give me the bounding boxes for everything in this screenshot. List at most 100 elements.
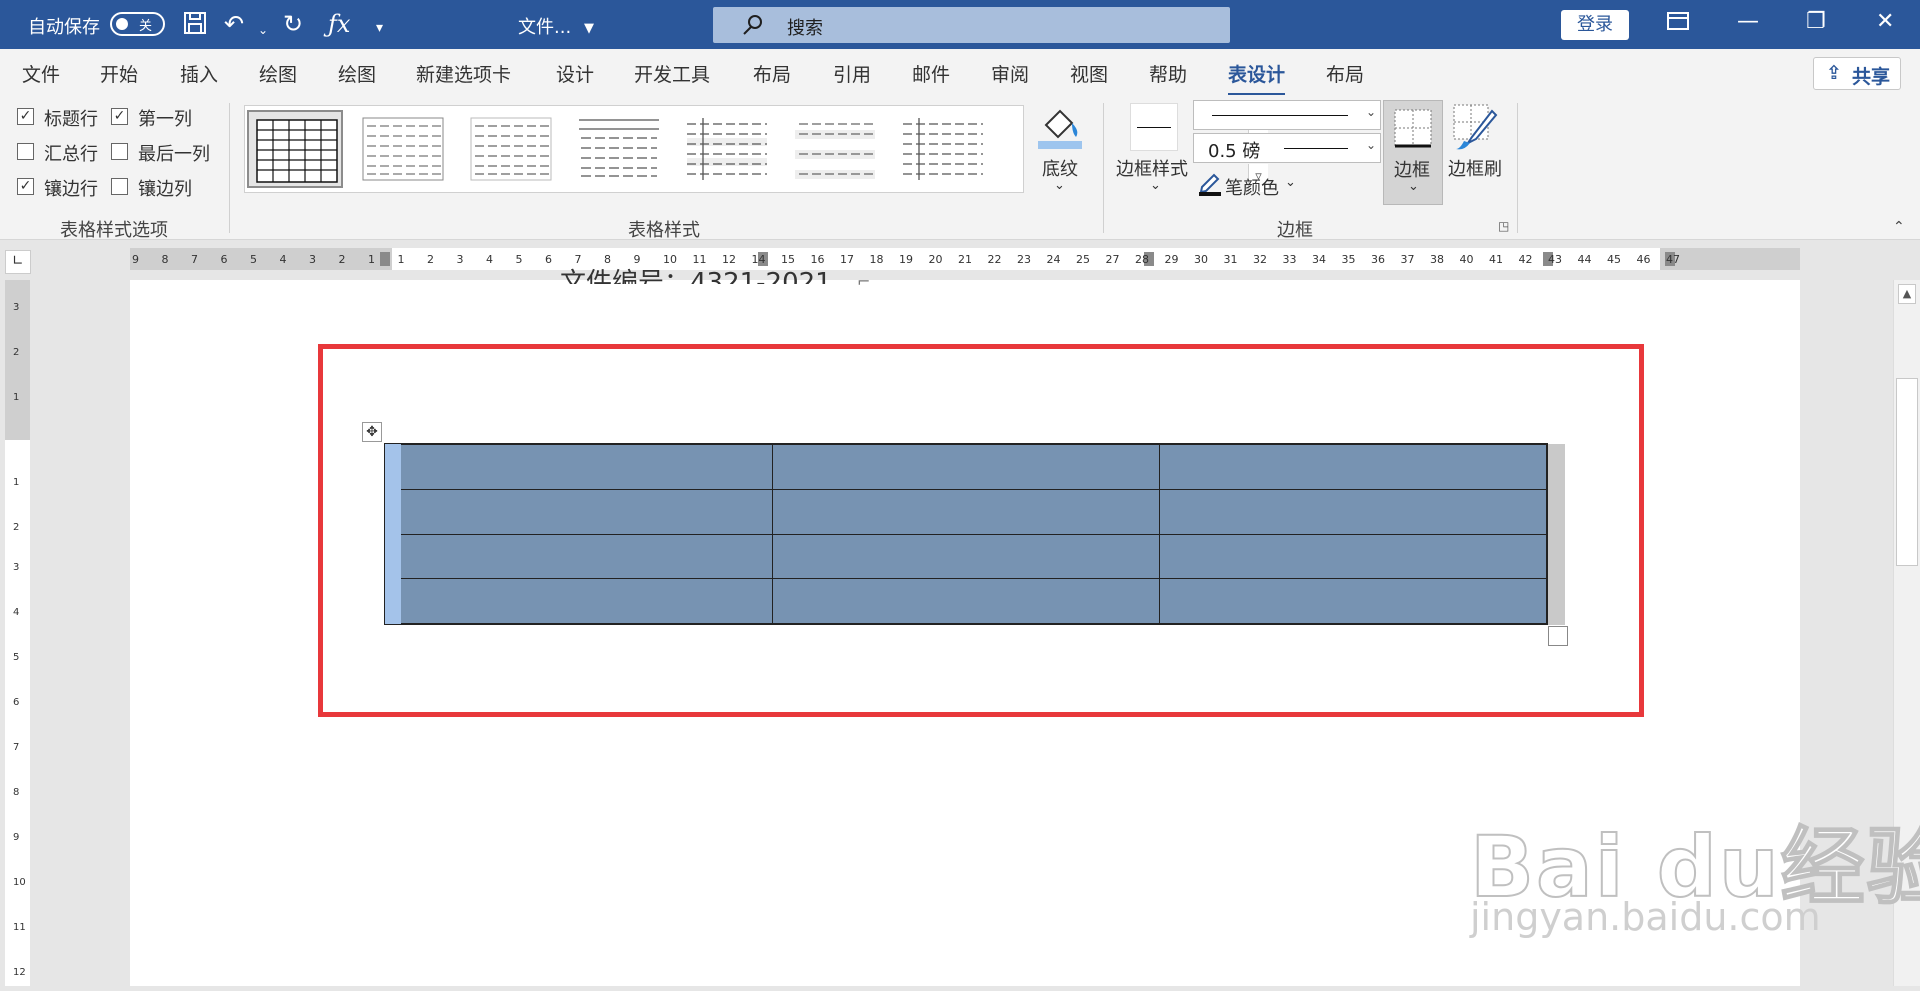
line-weight-sample [1284,148,1348,149]
pen-color-label[interactable]: 笔颜色 [1225,174,1279,200]
borders-button[interactable]: 边框 ⌄ [1383,100,1443,205]
table-cell[interactable] [385,444,773,490]
border-styles-preview[interactable] [1130,103,1178,151]
border-styles-dropdown-icon[interactable]: ⌄ [1150,178,1161,193]
selected-table[interactable] [384,443,1548,625]
table-style-plain-5[interactable] [787,110,883,188]
horizontal-ruler[interactable]: 9 8 7 6 5 4 3 2 1 1 2 3 4 5 6 7 8 9 10 11 12 14 15 16 17 18 19 20 21… [130,248,1800,270]
table-cell[interactable] [1159,488,1547,535]
ruler-label: 23 [1017,253,1031,266]
ruler-label: 42 [1519,253,1533,266]
first-column-checkbox[interactable]: ✓ [111,108,128,125]
header-row-checkbox[interactable]: ✓ [17,108,34,125]
pen-color-icon[interactable] [1197,170,1223,201]
table-cell[interactable] [772,444,1160,490]
table-cell[interactable] [385,578,773,624]
login-button[interactable]: 登录 [1561,10,1629,40]
tab-table-layout[interactable]: 布局 [1326,60,1364,87]
ruler-label: 6 [13,697,19,708]
ruler-label: 6 [221,253,228,266]
tab-developer[interactable]: 开发工具 [634,60,710,87]
shading-dropdown-icon[interactable]: ⌄ [1054,178,1065,193]
tab-layout[interactable]: 布局 [753,60,791,87]
pen-color-dropdown-icon[interactable]: ⌄ [1285,175,1296,190]
ruler-label: 4 [486,253,493,266]
header-row-label: 标题行 [44,109,98,130]
restore-icon[interactable]: ❐ [1806,9,1826,34]
total-row-checkbox[interactable] [17,143,34,160]
tab-mailings[interactable]: 邮件 [912,60,950,87]
ruler-scale: 9 8 7 6 5 4 3 2 1 1 2 3 4 5 6 7 8 9 10 11 12 14 15 16 17 18 19 20 21… [130,248,1800,270]
title-dropdown-icon[interactable]: ▼ [584,15,594,43]
banded-columns-checkbox[interactable] [111,178,128,195]
customize-toolbar-icon[interactable]: ▾ [376,14,383,42]
group-separator [1517,103,1518,233]
table-cell[interactable] [772,578,1160,624]
table-cell[interactable] [772,533,1160,580]
table-style-plain-6[interactable] [895,110,991,188]
tab-table-design[interactable]: 表设计 [1228,60,1286,96]
chevron-down-icon: ⌄ [1365,138,1376,152]
table-cell[interactable] [772,488,1160,535]
tab-draw-2[interactable]: 绘图 [338,60,376,87]
line-style-dropdown[interactable]: ⌄ [1193,100,1381,130]
tab-home[interactable]: 开始 [100,60,138,87]
line-weight-value: 0.5 磅 [1208,141,1261,162]
banded-rows-checkbox[interactable]: ✓ [17,178,34,195]
table-resize-handle[interactable] [1548,626,1568,646]
tab-draw[interactable]: 绘图 [259,60,297,87]
ruler-label: 10 [13,877,26,888]
ruler-label: 32 [1253,253,1267,266]
tab-selector[interactable]: ∟ [5,250,31,274]
autosave-toggle[interactable]: 关 [110,12,165,36]
ruler-label: 28 [1135,253,1149,266]
collapse-ribbon-icon[interactable]: ⌃ [1893,219,1905,235]
scroll-up-icon[interactable]: ▲ [1898,284,1916,304]
ruler-label: 1 [13,392,19,403]
tab-insert[interactable]: 插入 [180,60,218,87]
tab-help[interactable]: 帮助 [1149,60,1187,87]
search-box[interactable]: 搜索 [713,7,1230,43]
redo-icon[interactable]: ↻ [283,10,303,38]
minimize-icon[interactable]: — [1737,9,1759,34]
close-icon[interactable]: ✕ [1876,9,1894,34]
table-style-grid[interactable] [247,110,343,188]
ruler-margin [130,248,392,270]
tab-new[interactable]: 新建选项卡 [416,60,511,87]
ruler-label: 2 [13,347,19,358]
ruler-label: 2 [427,253,434,266]
table-cell[interactable] [1159,444,1547,490]
line-weight-dropdown[interactable]: 0.5 磅 ⌄ [1193,133,1381,163]
undo-icon[interactable]: ↶ [224,10,244,38]
border-painter-icon[interactable] [1452,103,1498,156]
ruler-label: 2 [13,522,19,533]
last-column-checkbox[interactable] [111,143,128,160]
tab-design[interactable]: 设计 [556,60,594,87]
table-style-plain-2[interactable] [463,110,559,188]
tab-view[interactable]: 视图 [1070,60,1108,87]
shading-icon[interactable] [1036,103,1084,156]
table-style-plain-3[interactable] [571,110,667,188]
formula-icon[interactable]: ƒx [328,10,350,38]
tab-review[interactable]: 审阅 [991,60,1029,87]
table-move-handle[interactable]: ✥ [362,422,382,442]
ruler-label: 31 [1224,253,1238,266]
document-title[interactable]: 文件... [518,13,571,39]
tab-file[interactable]: 文件 [22,60,60,87]
border-painter-label[interactable]: 边框刷 [1448,155,1502,181]
tab-references[interactable]: 引用 [833,60,871,87]
column-marker[interactable] [380,252,390,266]
dialog-launcher-icon[interactable]: ◳ [1498,219,1509,233]
table-cell[interactable] [1159,533,1547,580]
scrollbar-thumb[interactable] [1896,378,1918,566]
table-style-plain-1[interactable] [355,110,451,188]
undo-dropdown-icon[interactable]: ⌄ [258,16,268,44]
table-style-plain-4[interactable] [679,110,775,188]
vertical-ruler[interactable]: 3 2 1 1 2 3 4 5 6 7 8 9 10 11 12 [5,280,30,986]
share-button[interactable]: ⇪ 共享 [1813,57,1901,90]
table-cell[interactable] [385,488,773,535]
table-cell[interactable] [1159,578,1547,624]
save-icon[interactable] [182,10,208,42]
table-cell[interactable] [385,533,773,580]
ribbon-display-icon[interactable] [1666,9,1690,39]
